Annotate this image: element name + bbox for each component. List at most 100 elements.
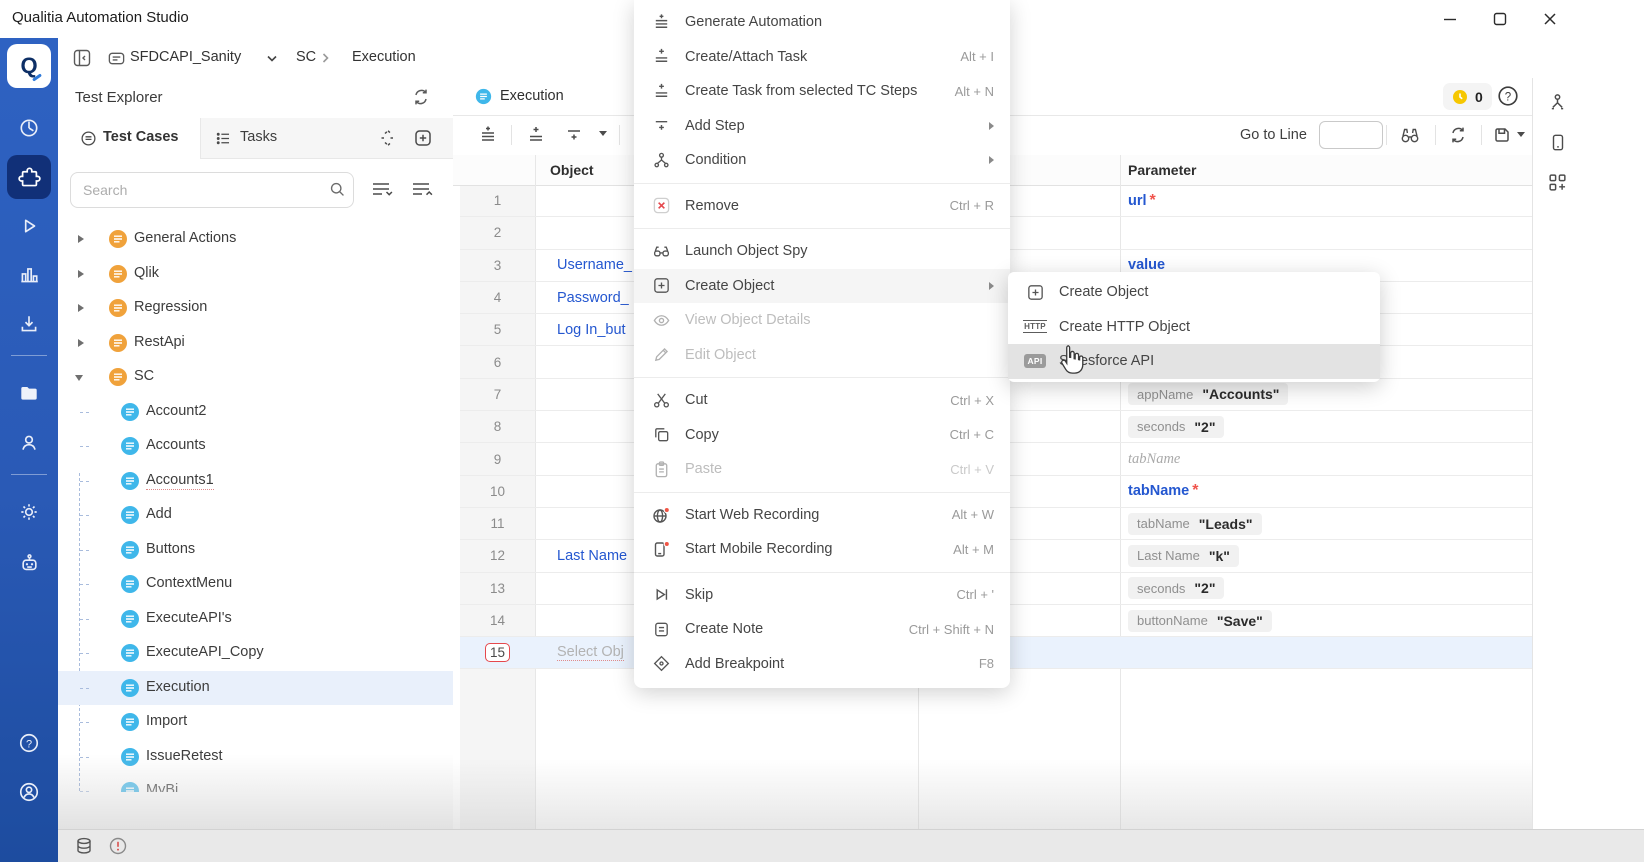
tree-item-execution[interactable]: Execution xyxy=(58,671,453,705)
find-button[interactable] xyxy=(1397,123,1423,147)
close-button[interactable] xyxy=(1537,8,1563,30)
breadcrumb-node[interactable]: SC xyxy=(296,49,316,65)
parameter-chip[interactable]: appName"Accounts" xyxy=(1128,383,1288,405)
refresh-tree-button[interactable] xyxy=(411,87,431,107)
tree-item-regression[interactable]: Regression xyxy=(58,291,453,325)
add-step-button[interactable] xyxy=(561,123,587,147)
sort-ascending-button[interactable] xyxy=(410,178,434,200)
expand-collapse-all-button[interactable] xyxy=(378,128,398,148)
sidebar-item-files[interactable] xyxy=(7,371,51,415)
parameter-cell[interactable]: seconds"2" xyxy=(1120,573,1532,604)
tree-item-restapi[interactable]: RestApi xyxy=(58,326,453,360)
tab-tasks[interactable]: Tasks xyxy=(200,118,350,158)
submenu-item-create-object[interactable]: Create Object xyxy=(1008,275,1380,310)
menu-item-skip[interactable]: Skip Ctrl + ' xyxy=(634,578,1010,613)
sidebar-item-import[interactable] xyxy=(7,302,51,346)
menu-item-create-attach-task[interactable]: Create/Attach Task Alt + I xyxy=(634,40,1010,75)
breadcrumb-leaf[interactable]: Execution xyxy=(352,49,416,65)
menu-item-add-breakpoint[interactable]: Add Breakpoint F8 xyxy=(634,647,1010,682)
parameter-cell[interactable]: url* xyxy=(1120,185,1532,216)
minimize-button[interactable] xyxy=(1437,8,1463,30)
menu-item-start-web-recording[interactable]: Start Web Recording Alt + W xyxy=(634,498,1010,533)
sidebar-item-users[interactable] xyxy=(7,421,51,465)
parameter-cell[interactable] xyxy=(1120,637,1532,668)
parameter-cell[interactable]: Last Name"k" xyxy=(1120,540,1532,571)
parameter-chip[interactable]: seconds"2" xyxy=(1128,577,1224,599)
save-options-caret[interactable] xyxy=(1517,132,1525,137)
tree-item-import[interactable]: Import xyxy=(58,705,453,739)
menu-item-cut[interactable]: Cut Ctrl + X xyxy=(634,383,1010,418)
object-link[interactable]: Last Name xyxy=(557,548,627,564)
help-button[interactable]: ? xyxy=(1497,85,1519,107)
tree-item-issueretest[interactable]: IssueRetest xyxy=(58,740,453,774)
create-attach-task-button[interactable] xyxy=(523,123,549,147)
add-step-caret[interactable] xyxy=(599,131,607,136)
qualitia-logo[interactable]: Q xyxy=(7,44,51,88)
object-link[interactable]: Log In_but xyxy=(557,322,626,338)
parameter-cell[interactable]: seconds"2" xyxy=(1120,411,1532,442)
save-button[interactable] xyxy=(1489,123,1515,147)
object-spy-rail-button[interactable] xyxy=(1547,92,1568,113)
parameter-placeholder[interactable]: tabName xyxy=(1128,451,1180,468)
tree-item-partial[interactable]: MyBi xyxy=(58,774,453,792)
search-input[interactable] xyxy=(81,174,315,206)
parameter-link[interactable]: url xyxy=(1128,193,1147,209)
tree-item-sc[interactable]: SC xyxy=(58,360,453,394)
parameter-cell[interactable]: tabName xyxy=(1120,443,1532,474)
add-panel-rail-button[interactable] xyxy=(1547,172,1568,193)
tree-item-accounts1[interactable]: Accounts1 xyxy=(58,464,453,498)
parameter-cell[interactable] xyxy=(1120,217,1532,248)
refresh-button[interactable] xyxy=(1445,123,1471,147)
parameter-chip[interactable]: buttonName"Save" xyxy=(1128,610,1272,632)
sidebar-item-account[interactable] xyxy=(7,770,51,814)
menu-item-launch-object-spy[interactable]: Launch Object Spy xyxy=(634,234,1010,269)
menu-item-create-object[interactable]: Create Object xyxy=(634,269,1010,304)
tree-item-qlik[interactable]: Qlik xyxy=(58,257,453,291)
tree-item-executeapi-copy[interactable]: ExecuteAPI_Copy xyxy=(58,636,453,670)
parameter-link[interactable]: value xyxy=(1128,257,1165,273)
tab-test-cases[interactable]: Test Cases xyxy=(58,118,201,159)
parameter-chip[interactable]: seconds"2" xyxy=(1128,416,1224,438)
breadcrumb-project[interactable]: SFDCAPI_Sanity xyxy=(130,49,241,65)
goto-line-input[interactable] xyxy=(1319,121,1383,149)
menu-item-condition[interactable]: Condition xyxy=(634,143,1010,178)
tree-item-buttons[interactable]: Buttons xyxy=(58,533,453,567)
maximize-button[interactable] xyxy=(1487,8,1513,30)
tree-item-add[interactable]: Add xyxy=(58,498,453,532)
add-test-case-button[interactable] xyxy=(413,128,433,148)
sort-descending-button[interactable] xyxy=(370,178,394,200)
menu-item-copy[interactable]: Copy Ctrl + C xyxy=(634,418,1010,453)
parameter-cell[interactable]: tabName"Leads" xyxy=(1120,508,1532,539)
sidebar-item-run[interactable] xyxy=(7,204,51,248)
menu-item-create-note[interactable]: Create Note Ctrl + Shift + N xyxy=(634,612,1010,647)
sidebar-item-assistant[interactable] xyxy=(7,540,51,584)
object-link[interactable]: Username_ xyxy=(557,257,632,273)
tree-item-executeapis[interactable]: ExecuteAPI's xyxy=(58,602,453,636)
column-header-object[interactable]: Object xyxy=(550,162,594,178)
column-header-parameter[interactable]: Parameter xyxy=(1128,162,1197,178)
tree-item-general-actions[interactable]: General Actions xyxy=(58,222,453,256)
tree-item-account2[interactable]: Account2 xyxy=(58,395,453,429)
object-link[interactable]: Password_ xyxy=(557,290,629,306)
menu-item-remove[interactable]: Remove Ctrl + R xyxy=(634,189,1010,224)
parameter-chip[interactable]: tabName"Leads" xyxy=(1128,513,1262,535)
parameter-cell[interactable]: appName"Accounts" xyxy=(1120,379,1532,410)
generate-automation-button[interactable] xyxy=(475,123,501,147)
alerts-status-button[interactable] xyxy=(108,836,128,856)
sidebar-item-help[interactable]: ? xyxy=(7,721,51,765)
database-status-button[interactable] xyxy=(74,836,94,856)
chevron-down-icon[interactable] xyxy=(266,54,278,63)
parameter-chip[interactable]: Last Name"k" xyxy=(1128,545,1239,567)
submenu-item-create-http-object[interactable]: HTTP Create HTTP Object xyxy=(1008,310,1380,345)
sidebar-item-settings[interactable] xyxy=(7,490,51,534)
object-placeholder[interactable]: Select Obj xyxy=(557,644,624,661)
parameter-cell[interactable]: buttonName"Save" xyxy=(1120,605,1532,636)
menu-item-add-step[interactable]: Add Step xyxy=(634,109,1010,144)
menu-item-create-task-from-steps[interactable]: Create Task from selected TC Steps Alt +… xyxy=(634,74,1010,109)
issues-badge[interactable]: 0 xyxy=(1443,83,1492,110)
parameter-link[interactable]: tabName xyxy=(1128,483,1189,499)
sidebar-item-automation[interactable] xyxy=(7,155,51,199)
collapse-panel-button[interactable] xyxy=(72,48,92,68)
menu-item-start-mobile-recording[interactable]: Start Mobile Recording Alt + M xyxy=(634,532,1010,567)
mobile-rail-button[interactable] xyxy=(1548,132,1568,153)
